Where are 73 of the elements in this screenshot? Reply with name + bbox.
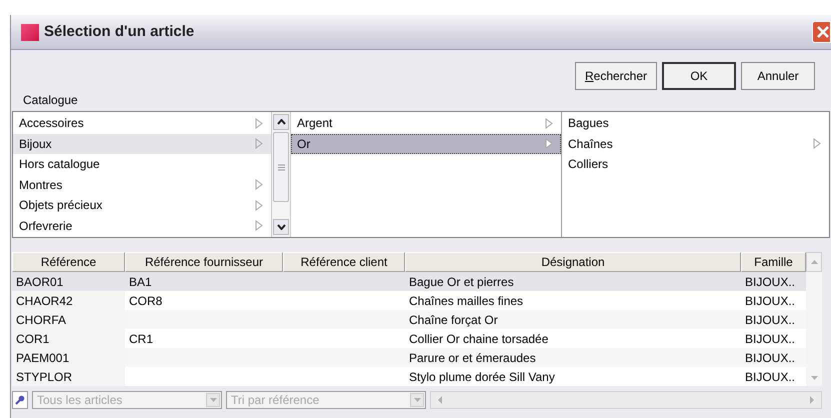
catalogue-list[interactable]: Bagues Chaînes Colliers bbox=[562, 112, 829, 237]
table-cell-text: BIJOUX.. bbox=[744, 292, 796, 310]
app-icon bbox=[21, 24, 39, 40]
vertical-scrollbar[interactable] bbox=[806, 272, 822, 386]
table-cell-text: Bague Or et pierres bbox=[408, 274, 515, 290]
up-arrow-icon bbox=[810, 260, 818, 264]
search-button[interactable] bbox=[12, 391, 28, 409]
table-row[interactable]: CHORFA Chaîne forçat Or BIJOUX.. bbox=[12, 310, 806, 329]
table-row[interactable]: BAOR01 BA1 Bague Or et pierres BIJOUX.. bbox=[12, 272, 806, 291]
search-icon bbox=[15, 395, 25, 405]
catalogue-item[interactable]: Colliers bbox=[562, 154, 829, 174]
submenu-arrow-icon bbox=[813, 138, 821, 150]
submenu-arrow-icon bbox=[255, 138, 263, 150]
table-cell-text: BA1 bbox=[128, 274, 153, 290]
column-header[interactable]: Référence client bbox=[283, 252, 405, 272]
table-cell-text: COR8 bbox=[128, 292, 164, 310]
catalogue-item[interactable]: Orfevrerie bbox=[13, 216, 271, 236]
submenu-arrow-icon bbox=[255, 220, 263, 232]
catalogue-item[interactable]: Montres bbox=[13, 174, 271, 195]
catalogue-item[interactable]: Or bbox=[291, 134, 561, 154]
dialog-button[interactable]: OK bbox=[662, 62, 736, 90]
table-cell-text: Collier Or chaine torsadée bbox=[408, 330, 550, 348]
table-cell-text: BAOR01 bbox=[15, 274, 64, 290]
scroll-thumb[interactable] bbox=[273, 132, 289, 202]
submenu-arrow-icon bbox=[545, 118, 553, 129]
catalogue-item[interactable]: Bijoux bbox=[13, 134, 271, 154]
grip-icon bbox=[278, 164, 284, 170]
submenu-arrow-icon bbox=[255, 179, 263, 190]
dropdown-arrow-icon bbox=[414, 398, 420, 402]
table-cell-text: BIJOUX.. bbox=[744, 330, 796, 348]
column-header[interactable]: Désignation bbox=[405, 252, 741, 272]
catalogue-item[interactable]: Accessoires bbox=[13, 113, 271, 134]
horizontal-scrollbar[interactable] bbox=[430, 391, 822, 409]
close-icon bbox=[816, 25, 830, 39]
table-cell-text: BIJOUX.. bbox=[744, 312, 796, 328]
table-cell-text: Stylo plume dorée Sill Vany bbox=[408, 368, 556, 386]
scroll-down-button[interactable] bbox=[273, 219, 289, 235]
column-header[interactable]: Référence fournisseur bbox=[125, 252, 283, 272]
submenu-arrow-icon bbox=[255, 118, 263, 129]
close-button[interactable] bbox=[812, 21, 831, 43]
dialog-button[interactable]: Annuler bbox=[741, 62, 815, 90]
catalogue-item[interactable]: Argent bbox=[291, 113, 561, 134]
down-arrow-icon bbox=[810, 376, 818, 380]
table-cell: CHAOR42 bbox=[12, 291, 125, 310]
catalogue-label: Catalogue bbox=[23, 92, 78, 109]
column-header[interactable]: Famille bbox=[741, 252, 806, 272]
table-row[interactable]: CHAOR42 COR8 Chaînes mailles fines BIJOUX.. bbox=[12, 291, 806, 310]
submenu-arrow-icon bbox=[255, 200, 263, 211]
column-header[interactable]: Référence bbox=[12, 252, 125, 272]
vertical-scrollbar[interactable] bbox=[271, 112, 291, 237]
table-cell-text: Chaîne forçat Or bbox=[408, 312, 499, 328]
table-cell: STYPLOR bbox=[12, 367, 125, 386]
table-cell-text: BIJOUX.. bbox=[744, 368, 796, 386]
dropdown-arrow-icon bbox=[210, 398, 216, 402]
table-row[interactable]: COR1 CR1 Collier Or chaine torsadée BIJOUX.. bbox=[12, 329, 806, 348]
table-cell-text: BIJOUX.. bbox=[744, 274, 796, 290]
table-cell-text: Parure or et émeraudes bbox=[408, 350, 537, 366]
window-title: Sélection d'un article bbox=[44, 22, 194, 42]
catalogue-item[interactable]: Bagues bbox=[562, 113, 829, 134]
catalogue-item[interactable]: Chaînes bbox=[562, 134, 829, 154]
table-cell-text: CR1 bbox=[128, 330, 154, 348]
table-cell-text: Chaînes mailles fines bbox=[408, 292, 524, 310]
catalogue-list[interactable]: Accessoires Bijoux Hors catalogue Montres Objets précieux Orfevrerie bbox=[13, 112, 271, 237]
table-row[interactable]: PAEM001 Parure or et émeraudes BIJOUX.. bbox=[12, 348, 806, 367]
table-row[interactable]: STYPLOR Stylo plume dorée Sill Vany BIJOUX.. bbox=[12, 367, 806, 386]
scroll-up-button[interactable] bbox=[273, 114, 289, 130]
catalogue-item[interactable]: Hors catalogue bbox=[13, 154, 271, 174]
catalogue-list[interactable]: Argent Or bbox=[291, 112, 562, 237]
catalogue-item[interactable]: Objets précieux bbox=[13, 195, 271, 216]
table-cell-text: BIJOUX.. bbox=[744, 350, 796, 366]
submenu-arrow-icon bbox=[545, 138, 553, 150]
table-cell: COR1 bbox=[12, 329, 125, 348]
dialog-button[interactable]: Rechercher bbox=[575, 62, 657, 90]
